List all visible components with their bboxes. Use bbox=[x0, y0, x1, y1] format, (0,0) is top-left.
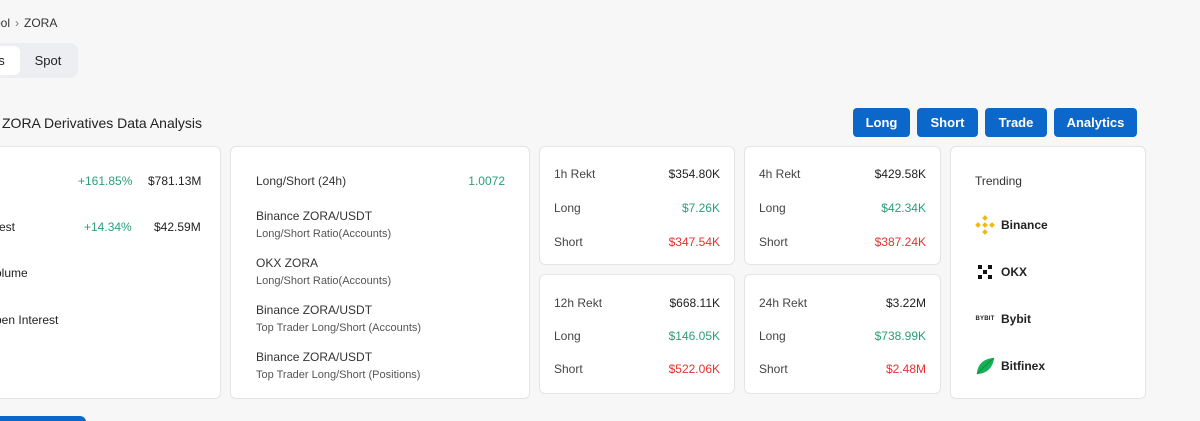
rekt-4h-long-value: $42.34K bbox=[881, 201, 926, 215]
exchange-name: Bitfinex bbox=[1001, 359, 1046, 373]
exchange-bybit[interactable]: BYBIT Bybit bbox=[975, 309, 1032, 329]
rekt-24h-long-value: $738.99K bbox=[874, 329, 926, 343]
ratio-item-subtitle: Top Trader Long/Short (Positions) bbox=[256, 369, 421, 381]
exchange-okx[interactable]: OKX bbox=[975, 262, 1027, 282]
exchange-name: Binance bbox=[1001, 218, 1048, 232]
tab-derivatives[interactable]: s bbox=[0, 46, 20, 75]
exchange-name: OKX bbox=[1001, 265, 1028, 279]
ratio-item-title: Binance ZORA/USDT bbox=[256, 209, 373, 223]
exchange-binance[interactable]: Binance bbox=[975, 215, 1048, 235]
options-open-interest-label: pen Interest bbox=[0, 313, 59, 327]
open-interest-change: +14.34% bbox=[84, 220, 132, 234]
exchange-name: Bybit bbox=[1001, 312, 1031, 326]
volume-value: $781.13M bbox=[148, 174, 202, 188]
volume-change: +161.85% bbox=[78, 174, 133, 188]
rekt-1h-label: 1h Rekt bbox=[554, 167, 596, 181]
rekt-1h-short-value: $347.54K bbox=[668, 235, 720, 249]
volume-label: olume bbox=[0, 266, 28, 280]
open-interest-value: $42.59M bbox=[154, 220, 201, 234]
bybit-icon: BYBIT bbox=[975, 316, 995, 322]
okx-icon bbox=[975, 262, 995, 282]
rekt-24h-total: $3.22M bbox=[885, 296, 926, 310]
long-button[interactable]: Long bbox=[853, 108, 910, 137]
rekt-1h-long-value: $7.26K bbox=[681, 201, 720, 215]
breadcrumb: ool › ZORA bbox=[0, 16, 57, 30]
open-interest-label: rest bbox=[0, 220, 16, 234]
ratio-item-title: Binance ZORA/USDT bbox=[256, 303, 373, 317]
rekt-24h-card: 24h Rekt $3.22M Long $738.99K Short $2.48M bbox=[744, 274, 941, 394]
trending-card: Trending Binance OKX BYBIT Bybit Bitfine… bbox=[950, 146, 1146, 399]
ratio-item[interactable]: Binance ZORA/USDT Long/Short Ratio(Accou… bbox=[256, 209, 391, 240]
rekt-12h-label: 12h Rekt bbox=[554, 296, 603, 310]
page-title: ZORA Derivatives Data Analysis bbox=[2, 115, 202, 131]
rekt-1h-short-label: Short bbox=[554, 235, 583, 249]
rekt-1h-card: 1h Rekt $354.80K Long $7.26K Short $347.54K bbox=[539, 146, 735, 265]
long-short-label: Long/Short (24h) bbox=[256, 174, 347, 188]
long-short-card: Long/Short (24h) 1.0072 Binance ZORA/USD… bbox=[230, 146, 530, 399]
analytics-button[interactable]: Analytics bbox=[1054, 108, 1137, 137]
rekt-1h-long-label: Long bbox=[554, 201, 581, 215]
trade-button[interactable]: Trade bbox=[985, 108, 1047, 137]
rekt-12h-short-label: Short bbox=[554, 362, 583, 376]
breadcrumb-parent[interactable]: ool bbox=[0, 16, 10, 30]
ratio-item[interactable]: Binance ZORA/USDT Top Trader Long/Short … bbox=[256, 303, 421, 334]
ratio-item[interactable]: Binance ZORA/USDT Top Trader Long/Short … bbox=[256, 350, 420, 381]
breadcrumb-current: ZORA bbox=[24, 16, 58, 30]
rekt-24h-short-value: $2.48M bbox=[885, 362, 926, 376]
rekt-4h-short-value: $387.24K bbox=[874, 235, 926, 249]
ratio-item-subtitle: Long/Short Ratio(Accounts) bbox=[256, 275, 392, 287]
rekt-12h-long-value: $146.05K bbox=[668, 329, 720, 343]
short-button[interactable]: Short bbox=[917, 108, 978, 137]
long-short-value: 1.0072 bbox=[468, 174, 505, 188]
rekt-1h-total: $354.80K bbox=[668, 167, 720, 181]
rekt-12h-short-value: $522.06K bbox=[668, 362, 720, 376]
ratio-item-subtitle: Long/Short Ratio(Accounts) bbox=[256, 228, 392, 240]
rekt-12h-card: 12h Rekt $668.11K Long $146.05K Short $522.… bbox=[539, 274, 735, 394]
binance-icon bbox=[975, 215, 995, 235]
ratio-item[interactable]: OKX ZORA Long/Short Ratio(Accounts) bbox=[256, 256, 391, 287]
rekt-12h-total: $668.11K bbox=[669, 296, 721, 310]
action-buttons: Long Short Trade Analytics bbox=[853, 108, 1137, 137]
rekt-4h-short-label: Short bbox=[759, 235, 788, 249]
rekt-4h-long-label: Long bbox=[759, 201, 786, 215]
market-type-tabs: s Spot bbox=[0, 43, 78, 78]
rekt-24h-short-label: Short bbox=[759, 362, 788, 376]
bottom-action-button[interactable] bbox=[0, 416, 86, 421]
ratio-item-subtitle: Top Trader Long/Short (Accounts) bbox=[256, 322, 422, 334]
rekt-4h-total: $429.58K bbox=[874, 167, 926, 181]
breadcrumb-separator: › bbox=[15, 16, 20, 30]
rekt-24h-long-label: Long bbox=[759, 329, 786, 343]
bitfinex-icon bbox=[975, 356, 995, 376]
overview-card: +161.85% $781.13M rest +14.34% $42.59M o… bbox=[0, 146, 221, 399]
exchange-bitfinex[interactable]: Bitfinex bbox=[975, 356, 1045, 376]
rekt-4h-label: 4h Rekt bbox=[759, 167, 801, 181]
tab-spot[interactable]: Spot bbox=[22, 46, 74, 75]
ratio-item-title: OKX ZORA bbox=[256, 256, 319, 270]
rekt-12h-long-label: Long bbox=[554, 329, 581, 343]
trending-label: Trending bbox=[975, 174, 1022, 188]
ratio-item-title: Binance ZORA/USDT bbox=[256, 350, 373, 364]
rekt-24h-label: 24h Rekt bbox=[759, 296, 808, 310]
rekt-4h-card: 4h Rekt $429.58K Long $42.34K Short $387.24… bbox=[744, 146, 941, 265]
